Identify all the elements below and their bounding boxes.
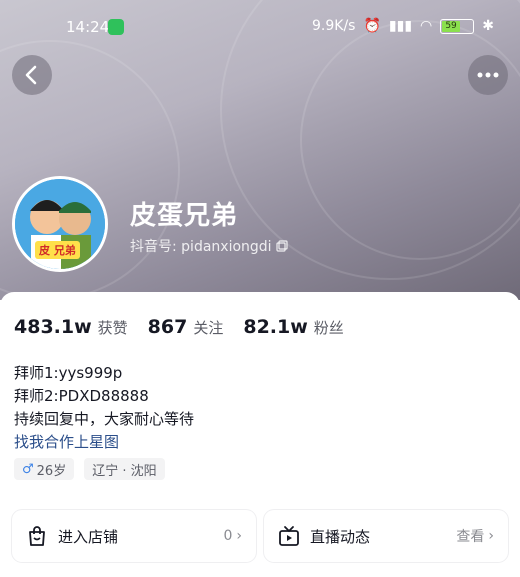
stat-likes[interactable]: 483.1w 获赞 [14,316,128,338]
more-dots-icon [477,72,499,78]
stat-label: 获赞 [97,319,128,337]
chevron-right-icon: › [488,528,494,544]
signal-icon: ▮▮▮ [388,18,413,34]
profile-info-sheet: 483.1w 获赞 867 关注 82.1w 粉丝 拜师1:yys999p 拜师… [0,292,520,577]
wechat-notification-icon [108,19,124,35]
status-indicators: 9.9K/s ⏰ ▮▮▮ ◠ 59 ✱ [312,18,494,34]
live-tv-icon [279,526,299,546]
douyin-id-text: 抖音号: pidanxiongdi [130,239,272,255]
stat-value: 82.1w [243,316,308,338]
chevron-left-icon [25,65,37,85]
network-speed: 9.9K/s [312,18,356,34]
shop-entry-label: 进入店铺 [58,527,119,546]
shopping-bag-icon [29,526,45,546]
age-tag: ♂ 26岁 [14,458,75,480]
avatar[interactable]: 皮 兄弟 [12,176,108,272]
location-tag: 辽宁 · 沈阳 [84,458,165,480]
live-updates-action: 查看 [456,529,485,545]
wifi-icon: ◠ [420,18,433,34]
shop-entry-count: 0 [223,528,233,544]
stat-value: 867 [147,316,188,338]
copy-icon[interactable] [275,240,288,252]
profile-nickname: 皮蛋兄弟 [130,201,239,231]
business-cooperation-link[interactable]: 找我合作上星图 [14,431,194,454]
profile-bio: 拜师1:yys999p 拜师2:PDXD88888 持续回复中，大家耐心等待 找… [14,362,194,454]
stat-label: 关注 [193,319,224,337]
douyin-id[interactable]: 抖音号: pidanxiongdi [130,236,288,256]
bluetooth-icon: ✱ [482,18,494,34]
avatar-label: 皮 兄弟 [35,241,80,259]
age-text: 26岁 [36,463,67,479]
stat-value: 483.1w [14,316,92,338]
location-text: 辽宁 · 沈阳 [92,463,157,479]
alarm-icon: ⏰ [363,18,381,34]
status-bar: 14:24 9.9K/s ⏰ ▮▮▮ ◠ 59 ✱ [0,14,520,42]
live-updates-card[interactable]: 直播动态 查看 › [264,510,508,562]
live-updates-label: 直播动态 [310,527,371,546]
stat-followers[interactable]: 82.1w 粉丝 [243,316,343,338]
status-time: 14:24 [66,18,110,36]
battery-icon: 59 [440,18,475,34]
battery-level: 59 [442,20,460,32]
shop-entry-card[interactable]: 进入店铺 0 › [12,510,256,562]
bio-line: 持续回复中，大家耐心等待 [14,410,195,428]
bio-line: 拜师2:PDXD88888 [14,387,149,405]
profile-tags: ♂ 26岁 辽宁 · 沈阳 [14,458,165,480]
male-icon: ♂ [22,461,34,477]
back-button[interactable] [12,55,52,95]
stat-following[interactable]: 867 关注 [148,316,224,338]
stat-label: 粉丝 [313,319,344,337]
chevron-right-icon: › [236,528,242,544]
shop-entry-count-wrap: 0 › [223,528,242,544]
profile-stats: 483.1w 获赞 867 关注 82.1w 粉丝 [14,316,344,338]
live-updates-action-wrap: 查看 › [456,526,494,546]
bio-line: 拜师1:yys999p [14,364,123,382]
more-options-button[interactable] [468,55,508,95]
